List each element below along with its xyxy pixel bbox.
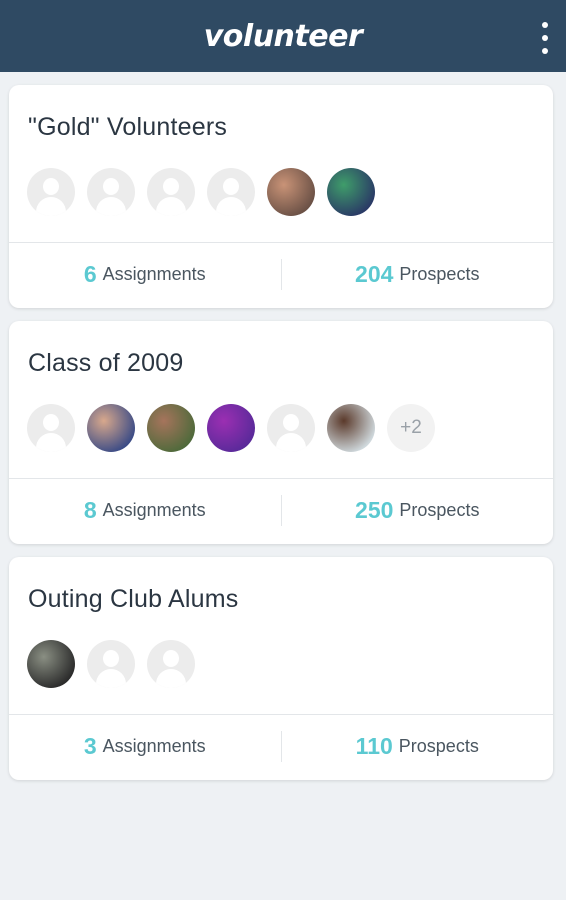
group-card[interactable]: Class of 2009 +2 8 Assignments 250 Prosp… <box>9 321 553 544</box>
assignments-count: 8 <box>83 497 97 523</box>
avatar[interactable] <box>327 168 375 216</box>
assignments-count: 3 <box>83 733 97 759</box>
group-card[interactable]: "Gold" Volunteers 6 Assignments 204 Pros… <box>9 85 553 308</box>
avatar[interactable] <box>27 404 75 452</box>
avatar-row: +2 <box>27 404 435 452</box>
prospects-count: 250 <box>355 497 394 523</box>
group-title: Class of 2009 <box>28 349 184 377</box>
group-title: Outing Club Alums <box>28 585 239 613</box>
group-card[interactable]: Outing Club Alums 3 Assignments 110 Pros… <box>9 557 553 780</box>
stats-row: 6 Assignments 204 Prospects <box>9 243 553 308</box>
prospects-count: 110 <box>355 733 393 759</box>
prospects-label: Prospects <box>399 500 480 520</box>
app-logo: volunteer <box>203 18 363 54</box>
prospects-stat[interactable]: 110 Prospects <box>282 715 554 780</box>
more-vert-icon[interactable] <box>538 22 552 54</box>
avatar[interactable] <box>267 168 315 216</box>
prospects-stat[interactable]: 204 Prospects <box>282 243 554 308</box>
avatar[interactable] <box>207 168 255 216</box>
stats-row: 3 Assignments 110 Prospects <box>9 715 553 780</box>
avatar[interactable] <box>27 168 75 216</box>
assignments-stat[interactable]: 3 Assignments <box>9 715 281 780</box>
avatar[interactable] <box>267 404 315 452</box>
prospects-label: Prospects <box>398 736 479 756</box>
assignments-label: Assignments <box>102 500 206 520</box>
avatar[interactable] <box>87 640 135 688</box>
avatar-row <box>27 168 375 216</box>
assignments-stat[interactable]: 8 Assignments <box>9 479 281 544</box>
prospects-label: Prospects <box>399 264 480 284</box>
avatar[interactable] <box>207 404 255 452</box>
avatar[interactable] <box>147 404 195 452</box>
app-bar: volunteer <box>0 0 566 72</box>
more-avatars-badge[interactable]: +2 <box>387 404 435 452</box>
assignments-label: Assignments <box>102 264 206 284</box>
prospects-count: 204 <box>355 261 394 287</box>
assignments-stat[interactable]: 6 Assignments <box>9 243 281 308</box>
avatar[interactable] <box>327 404 375 452</box>
avatar[interactable] <box>147 168 195 216</box>
avatar-row <box>27 640 195 688</box>
avatar[interactable] <box>87 168 135 216</box>
avatar[interactable] <box>27 640 75 688</box>
avatar[interactable] <box>147 640 195 688</box>
stats-row: 8 Assignments 250 Prospects <box>9 479 553 544</box>
assignments-label: Assignments <box>102 736 206 756</box>
avatar[interactable] <box>87 404 135 452</box>
assignments-count: 6 <box>83 261 97 287</box>
prospects-stat[interactable]: 250 Prospects <box>282 479 554 544</box>
group-title: "Gold" Volunteers <box>28 113 228 141</box>
